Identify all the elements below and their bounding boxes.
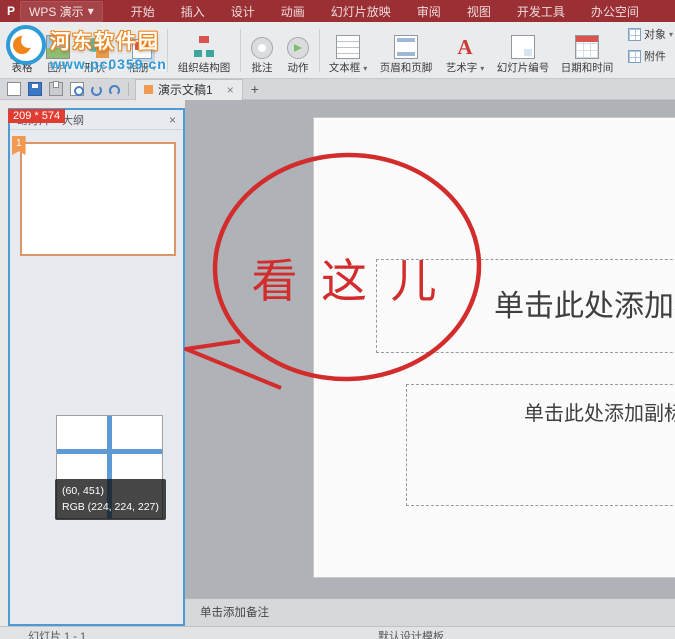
wps-logo-icon: P [7,4,16,18]
menu-devtools[interactable]: 开发工具 [517,3,565,20]
action-icon [287,37,309,59]
table-icon [10,35,34,59]
text-box-icon [336,35,360,59]
notes-area[interactable]: 单击添加备注 [185,598,675,626]
ribbon-datetime-button[interactable]: 日期和时间 [555,25,619,76]
menu-animation[interactable]: 动画 [281,3,305,20]
ribbon-comment-button[interactable]: 批注 [244,25,280,76]
picker-coordinates: (60, 451) [62,485,105,497]
ribbon-action-button[interactable]: 动作 [280,25,316,76]
print-icon[interactable] [49,81,63,96]
design-template-label: 默认设计模板 [378,631,444,639]
tab-presentation1[interactable]: 演示文稿1 × [135,78,243,100]
date-time-icon [575,35,599,59]
presentation-file-icon [144,85,153,94]
new-tab-button[interactable]: + [251,81,259,97]
menu-slideshow[interactable]: 幻灯片放映 [331,3,391,20]
attachment-icon [627,49,641,63]
redo-icon[interactable] [109,84,120,96]
header-footer-icon [394,35,418,59]
ribbon-orgchart-button[interactable]: 组织结构图 [171,25,237,76]
ribbon-album-button[interactable]: 相册 ▾ [120,25,164,76]
slide-1-thumbnail[interactable] [20,142,176,256]
ribbon-side-column: 对象 ▾ 附件 [627,26,673,64]
ribbon-slidenumber-button[interactable]: 幻灯片编号 [491,25,555,76]
close-panel-icon[interactable]: × [169,113,176,127]
selection-size-label: 209 * 574 [8,109,66,123]
undo-icon[interactable] [91,84,102,96]
status-bar: 幻灯片 1 - 1 默认设计模板 [0,626,675,639]
picker-rgb-value: RGB (224, 224, 227) [62,501,159,514]
comment-icon [251,37,273,59]
close-tab-icon[interactable]: × [227,83,234,97]
wordart-icon: A [457,34,473,59]
ribbon-separator [167,29,168,72]
ribbon-attachment-button[interactable]: 附件 [627,48,673,64]
ribbon-headerfooter-button[interactable]: 页眉和页脚 [373,25,439,76]
ribbon-table-button[interactable]: 表格 [4,25,40,76]
shapes-icon [86,35,110,59]
slide-number-badge: 1 [12,136,26,155]
tab-outline[interactable]: 大纲 [62,112,84,128]
tab-separator [128,82,129,96]
org-chart-icon [192,35,216,59]
ribbon-picture-button[interactable]: 图片 [40,25,76,76]
slide-counter: 幻灯片 1 - 1 [28,631,87,639]
slide-thumbnail-panel: 幻灯片 大纲 × 1 (60, 451) RGB (224, 224, 227) [8,108,185,626]
ribbon-object-button[interactable]: 对象 ▾ [627,26,673,42]
new-document-icon[interactable] [7,82,21,96]
print-preview-icon[interactable] [70,82,84,96]
crosshair-horizontal-line [57,449,162,454]
document-tab-bar: 演示文稿1 × + [0,78,675,100]
ribbon-textbox-button[interactable]: 文本框 ▾ [323,25,373,76]
ribbon-wordart-button[interactable]: A 艺术字 ▾ [439,25,491,76]
menu-insert[interactable]: 插入 [181,3,205,20]
app-menu-button[interactable]: WPS 演示 ▾ [20,0,103,22]
insert-ribbon: 表格 图片 形状 ▾ 相册 ▾ 组织结构图 批注 动作 文本框 ▾ 页眉和页脚 … [0,22,675,79]
slide-number-icon [511,35,535,59]
app-menu-label: WPS 演示 [29,4,84,19]
slide-workspace: 单击此处添加标题 单击此处添加副标题 [185,100,675,598]
picture-icon [46,35,70,59]
menu-review[interactable]: 审阅 [417,3,441,20]
wps-presentation-window: P WPS 演示 ▾ 开始 插入 设计 动画 幻灯片放映 审阅 视图 开发工具 … [0,0,675,639]
menu-home[interactable]: 开始 [131,3,155,20]
menu-bar: 开始 插入 设计 动画 幻灯片放映 审阅 视图 开发工具 办公空间 [131,3,639,20]
title-placeholder[interactable]: 单击此处添加标题 [376,259,675,353]
menu-workspace[interactable]: 办公空间 [591,3,639,20]
ribbon-separator [240,29,241,72]
chevron-down-icon: ▾ [87,4,94,18]
color-picker-tooltip: (60, 451) RGB (224, 224, 227) [55,479,166,520]
photo-album-icon [132,39,152,59]
menu-design[interactable]: 设计 [231,3,255,20]
menu-view[interactable]: 视图 [467,3,491,20]
save-icon[interactable] [28,82,42,96]
slide-canvas[interactable]: 单击此处添加标题 单击此处添加副标题 [313,117,675,578]
ribbon-shapes-button[interactable]: 形状 ▾ [76,25,120,76]
ribbon-separator [319,29,320,72]
title-bar: P WPS 演示 ▾ 开始 插入 设计 动画 幻灯片放映 审阅 视图 开发工具 … [0,0,675,22]
object-icon [627,27,641,41]
subtitle-placeholder[interactable]: 单击此处添加副标题 [406,384,675,506]
